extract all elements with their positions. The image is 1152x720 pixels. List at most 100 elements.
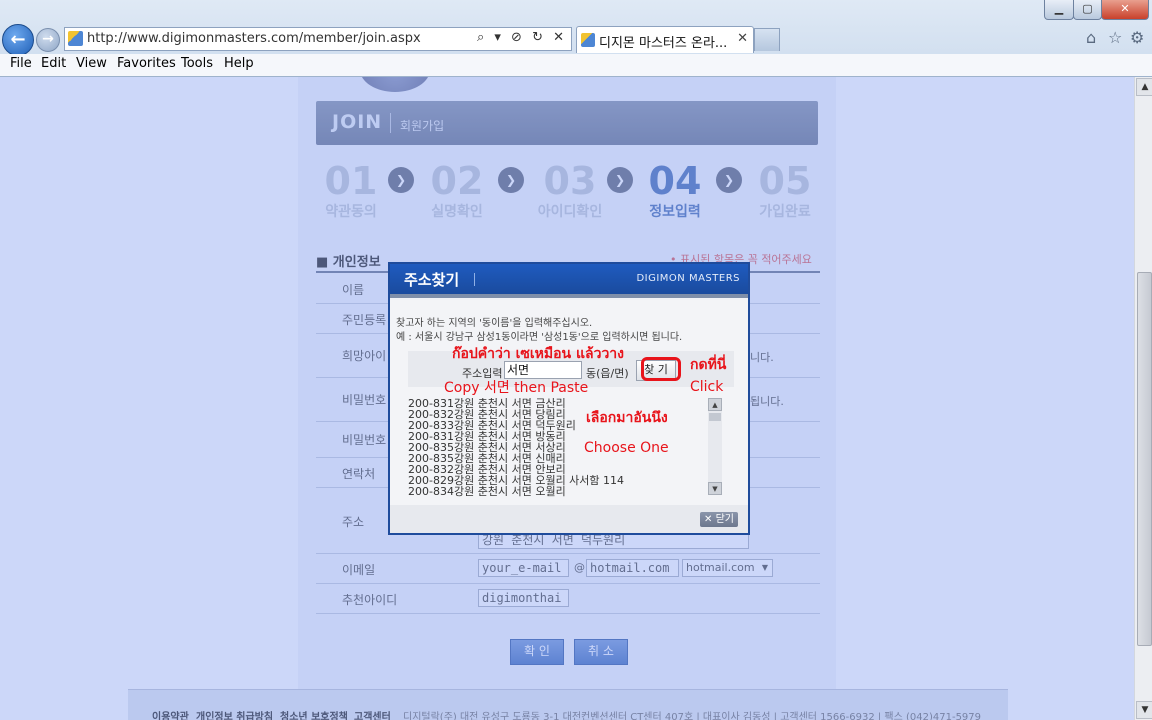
annotation-click-thai: กดที่นี่	[690, 357, 727, 373]
label-hope-id: 희망아이	[342, 349, 387, 363]
search-suffix: 동(읍/면)	[586, 367, 629, 380]
window-close-button[interactable]: ✕	[1101, 0, 1149, 20]
confirm-button[interactable]: 확 인	[510, 639, 564, 665]
form-row-email: 이메일 your_e-mail @ hotmail.com hotmail.co…	[316, 553, 820, 584]
results-scroll-down-icon[interactable]: ▼	[708, 482, 722, 495]
maximize-button[interactable]: ▢	[1073, 0, 1102, 20]
page-scrollbar[interactable]: ▲ ▼	[1134, 77, 1152, 720]
step-4-active: 04 정보입력	[642, 161, 708, 221]
hope-id-note: 니다.	[750, 351, 774, 364]
label-resident: 주민등록	[342, 313, 387, 327]
gear-icon[interactable]: ⚙	[1130, 28, 1144, 47]
label-password: 비밀번호	[342, 393, 387, 407]
modal-instruction-2: 예 : 서울시 강남구 삼성1동이라면 '삼성1동'으로 입력하시면 됩니다.	[396, 332, 683, 343]
back-button[interactable]: ←	[2, 24, 34, 56]
step-label: 약관동의	[325, 204, 377, 220]
step-arrow-icon: ❯	[498, 167, 524, 193]
forward-arrow-icon: →	[42, 31, 54, 47]
email-at-sign: @	[574, 561, 585, 574]
join-title: JOIN	[332, 111, 383, 133]
section-title: ■ 개인정보	[316, 255, 381, 270]
label-contact: 연락처	[342, 467, 376, 481]
step-label: 아이디확인	[537, 204, 603, 220]
address-tools[interactable]: ⌕ ▾ ⊘ ↻ ✕	[477, 30, 567, 45]
modal-header-divider	[474, 273, 475, 286]
modal-brand: DIGIMON MASTERS	[636, 273, 740, 284]
step-arrow-icon: ❯	[388, 167, 414, 193]
close-modal-button[interactable]: ✕ 닫기	[700, 512, 738, 527]
step-number: 03	[543, 159, 597, 203]
step-2: 02 실명확인	[424, 161, 490, 221]
result-postcode: 200-834	[408, 485, 454, 498]
annotation-click-en: Click	[690, 379, 724, 395]
footer-company-info: 디지털락(주) 대전 유성구 도룡동 3-1 대전컨벤션센터 CT센터 407호…	[403, 712, 982, 720]
footer-link-privacy[interactable]: 개인정보 취급방침	[196, 708, 273, 720]
menu-tools[interactable]: Tools	[181, 56, 213, 71]
back-arrow-icon: ←	[10, 29, 26, 50]
annotation-choose-en: Choose One	[584, 440, 669, 456]
menu-file[interactable]: File	[10, 56, 32, 71]
label-name: 이름	[342, 283, 365, 297]
step-number: 01	[324, 159, 378, 203]
scroll-thumb[interactable]	[1137, 272, 1152, 646]
menu-favorites[interactable]: Favorites	[117, 56, 176, 71]
recommender-input[interactable]: digimonthai	[478, 589, 569, 607]
email-domain-select[interactable]: hotmail.com ▼	[682, 559, 773, 577]
annotation-choose-thai: เลือกมาอันนึง	[586, 410, 668, 426]
home-icon[interactable]: ⌂	[1086, 28, 1096, 47]
email-domain-input[interactable]: hotmail.com	[586, 559, 679, 577]
label-recommender: 추천아이디	[342, 593, 398, 607]
form-row-recommender: 추천아이디 digimonthai	[316, 583, 820, 614]
address-bar[interactable]: http://www.digimonmasters.com/member/joi…	[64, 27, 572, 51]
annotation-copy-thai: ก๊อปคำว่า เซเหมือน แล้ววาง	[452, 346, 624, 362]
scroll-down-icon[interactable]: ▼	[1136, 701, 1152, 719]
annotation-copy-en: Copy 서면 then Paste	[444, 380, 589, 396]
page-footer: 이용약관 개인정보 취급방침 청소년 보호정책 고객센터 디지털락(주) 대전 …	[128, 689, 1008, 720]
new-tab-button[interactable]	[754, 28, 780, 51]
email-id-input[interactable]: your_e-mail	[478, 559, 569, 577]
find-button-highlight	[641, 357, 681, 381]
forward-button[interactable]: →	[36, 28, 60, 52]
step-number: 02	[430, 159, 484, 203]
step-arrow-icon: ❯	[607, 167, 633, 193]
results-scroll-thumb[interactable]	[709, 413, 721, 421]
menu-view[interactable]: View	[76, 56, 107, 71]
results-scrollbar[interactable]: ▲ ▼	[708, 398, 722, 495]
step-5: 05 가입완료	[752, 161, 818, 221]
step-label: 실명확인	[431, 204, 483, 220]
result-address: 강원 춘천시 서면 오월리	[454, 485, 566, 498]
modal-header-stripe	[390, 294, 748, 298]
password-note: 됩니다.	[750, 395, 784, 408]
scroll-up-icon[interactable]: ▲	[1136, 78, 1152, 96]
tab-close-icon[interactable]: ✕	[737, 31, 748, 46]
step-3: 03 아이디확인	[530, 161, 610, 221]
label-password-confirm: 비밀번호	[342, 433, 387, 447]
step-label: 가입완료	[759, 204, 811, 220]
footer-link-terms[interactable]: 이용약관	[152, 708, 189, 720]
modal-header: 주소찾기 DIGIMON MASTERS	[390, 264, 748, 294]
browser-chrome: ▁ ▢ ✕ ← → http://www.digimonmasters.com/…	[0, 0, 1152, 77]
step-number: 04	[648, 159, 702, 203]
step-number: 05	[758, 159, 812, 203]
footer-link-support[interactable]: 고객센터	[354, 708, 391, 720]
cancel-button[interactable]: 취 소	[574, 639, 628, 665]
modal-title: 주소찾기	[404, 271, 460, 289]
address-result-row[interactable]: 200-834강원 춘천시 서면 오월리	[408, 486, 566, 497]
minimize-button[interactable]: ▁	[1044, 0, 1074, 20]
step-1: 01 약관동의	[318, 161, 384, 221]
tab-title: 디지몬 마스터즈 온라...	[599, 36, 728, 51]
address-results-list[interactable]: 200-831강원 춘천시 서면 금산리 200-832강원 춘천시 서면 당림리…	[408, 398, 724, 498]
join-banner: JOIN 회원가입	[316, 101, 818, 145]
menu-edit[interactable]: Edit	[41, 56, 66, 71]
email-select-value: hotmail.com	[686, 561, 755, 574]
menu-bar: File Edit View Favorites Tools Help	[0, 54, 1152, 76]
tab-favicon-icon	[581, 33, 595, 47]
results-scroll-up-icon[interactable]: ▲	[708, 398, 722, 411]
address-url[interactable]: http://www.digimonmasters.com/member/joi…	[87, 31, 421, 46]
label-address: 주소	[342, 515, 365, 529]
footer-link-youth[interactable]: 청소년 보호정책	[280, 708, 348, 720]
favorites-star-icon[interactable]: ☆	[1108, 28, 1122, 47]
browser-tab[interactable]: 디지몬 마스터즈 온라... ✕	[576, 26, 754, 53]
menu-help[interactable]: Help	[224, 56, 254, 71]
banner-divider	[390, 113, 391, 133]
